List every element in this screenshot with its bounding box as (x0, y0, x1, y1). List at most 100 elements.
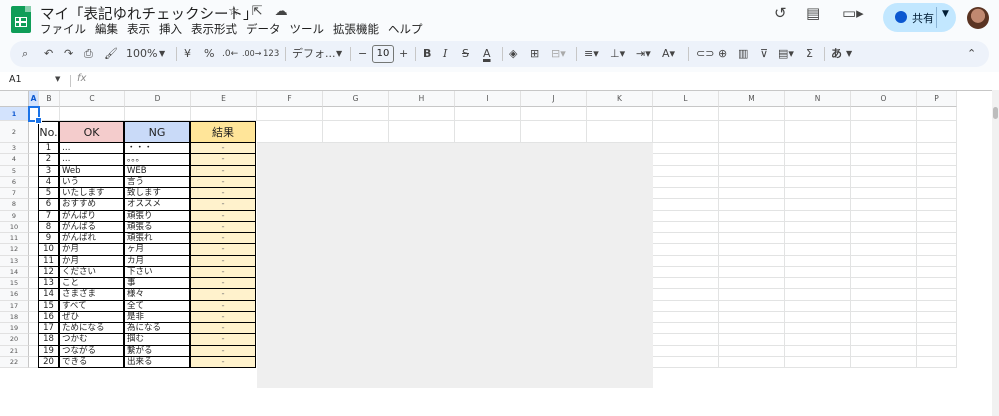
grid-cell[interactable] (653, 107, 719, 121)
grid-cell[interactable] (851, 199, 917, 211)
grid-cell[interactable] (917, 121, 957, 143)
spreadsheet-grid[interactable]: A B C D E F G H I J K L M N O P 1 2 3 4 5 6 7 8 9 10 11 12 13 14 15 16 1… (0, 90, 992, 416)
grid-cell[interactable] (917, 143, 957, 155)
menu-item[interactable]: 編集 (95, 21, 118, 37)
grid-cell[interactable] (653, 188, 719, 200)
cell-ok[interactable]: ためになる (59, 323, 124, 335)
grid-cell[interactable] (917, 210, 957, 222)
grid-cell[interactable] (785, 154, 851, 166)
grid-cell[interactable] (719, 244, 785, 256)
history-icon[interactable]: ↺ (774, 4, 787, 22)
cell-no[interactable]: 17 (38, 323, 59, 335)
grid-cell[interactable] (719, 255, 785, 267)
row-header[interactable]: 1 (0, 107, 29, 121)
cell-result[interactable]: - (190, 300, 256, 312)
cell-result[interactable]: - (190, 334, 256, 346)
cell-result[interactable]: - (190, 154, 256, 166)
row-header[interactable]: 12 (0, 244, 29, 256)
grid-cell[interactable] (851, 311, 917, 323)
grid-cell[interactable] (785, 311, 851, 323)
cell-no[interactable]: 16 (38, 311, 59, 323)
menu-item[interactable]: データ (246, 21, 281, 37)
menu-item[interactable]: ツール (290, 21, 325, 37)
cell-ng[interactable]: 致します (124, 188, 190, 200)
cell-no[interactable]: 12 (38, 266, 59, 278)
cell-result[interactable]: - (190, 143, 256, 155)
input-tools-dropdown-icon[interactable]: ▼ (846, 41, 852, 67)
cell-no[interactable]: 9 (38, 233, 59, 245)
header-result[interactable]: 結果 (190, 121, 256, 143)
cell-result[interactable]: - (190, 210, 256, 222)
grid-cell[interactable] (785, 300, 851, 312)
row-header[interactable]: 8 (0, 199, 29, 211)
grid-cell[interactable] (719, 334, 785, 346)
column-header[interactable]: B (39, 91, 60, 107)
grid-cell[interactable] (719, 199, 785, 211)
grid-cell[interactable] (653, 121, 719, 143)
cell-ng[interactable]: 事 (124, 278, 190, 290)
cell-no[interactable]: 20 (38, 356, 59, 368)
grid-cell[interactable] (653, 143, 719, 155)
select-all-corner[interactable] (0, 91, 29, 107)
move-folder-icon[interactable]: ⇱ (252, 4, 263, 19)
font-size-decrease-icon[interactable]: − (358, 41, 367, 67)
grid-cell[interactable] (917, 311, 957, 323)
cell-no[interactable]: 7 (38, 210, 59, 222)
row-header[interactable]: 22 (0, 356, 29, 368)
row-header[interactable]: 4 (0, 154, 29, 166)
grid-cell[interactable] (851, 255, 917, 267)
name-box[interactable]: A1 (9, 74, 22, 85)
fill-color-icon[interactable]: ◈ (509, 41, 517, 67)
cell-ng[interactable]: 下さい (124, 266, 190, 278)
grid-cell[interactable] (785, 221, 851, 233)
grid-cell[interactable] (125, 107, 191, 121)
grid-cell[interactable] (851, 233, 917, 245)
insert-comment-icon[interactable]: ⊕ (718, 41, 727, 67)
grid-cell[interactable] (60, 107, 125, 121)
grid-cell[interactable] (785, 121, 851, 143)
grid-cell[interactable] (587, 121, 653, 143)
menu-item[interactable]: ヘルプ (388, 21, 423, 37)
cell-result[interactable]: - (190, 356, 256, 368)
grid-cell[interactable] (785, 143, 851, 155)
share-dropdown-icon[interactable]: ▼ (942, 9, 949, 19)
grid-cell[interactable] (653, 323, 719, 335)
grid-cell[interactable] (719, 188, 785, 200)
cell-ok[interactable]: がんばる (59, 221, 124, 233)
cell-ok[interactable]: すべて (59, 300, 124, 312)
menu-item[interactable]: ファイル (40, 21, 86, 37)
column-header[interactable]: H (389, 91, 455, 107)
cell-ok[interactable]: さまざま (59, 289, 124, 301)
column-header[interactable]: J (521, 91, 587, 107)
menu-item[interactable]: 挿入 (159, 21, 182, 37)
grid-cell[interactable] (917, 154, 957, 166)
row-header[interactable]: 2 (0, 121, 29, 143)
grid-cell[interactable] (653, 221, 719, 233)
grid-cell[interactable] (785, 356, 851, 368)
cell-ng[interactable]: ヶ月 (124, 244, 190, 256)
grid-cell[interactable] (653, 278, 719, 290)
grid-cell[interactable] (323, 121, 389, 143)
grid-cell[interactable] (653, 255, 719, 267)
column-header[interactable]: E (191, 91, 257, 107)
grid-cell[interactable] (851, 121, 917, 143)
row-header[interactable]: 15 (0, 278, 29, 290)
grid-cell[interactable] (719, 278, 785, 290)
grid-cell[interactable] (917, 165, 957, 177)
grid-cell[interactable] (455, 121, 521, 143)
grid-cell[interactable] (719, 221, 785, 233)
grid-cell[interactable] (455, 107, 521, 121)
grid-cell[interactable] (653, 266, 719, 278)
grid-cell[interactable] (917, 176, 957, 188)
menu-item[interactable]: 表示形式 (191, 21, 237, 37)
cell-ok[interactable]: ください (59, 266, 124, 278)
grid-cell[interactable] (917, 255, 957, 267)
grid-cell[interactable] (851, 188, 917, 200)
grid-cell[interactable] (191, 107, 257, 121)
grid-cell[interactable] (851, 323, 917, 335)
cell-no[interactable]: 14 (38, 289, 59, 301)
grid-cell[interactable] (785, 334, 851, 346)
row-header[interactable]: 3 (0, 143, 29, 155)
grid-cell[interactable] (521, 121, 587, 143)
row-header[interactable]: 7 (0, 188, 29, 200)
